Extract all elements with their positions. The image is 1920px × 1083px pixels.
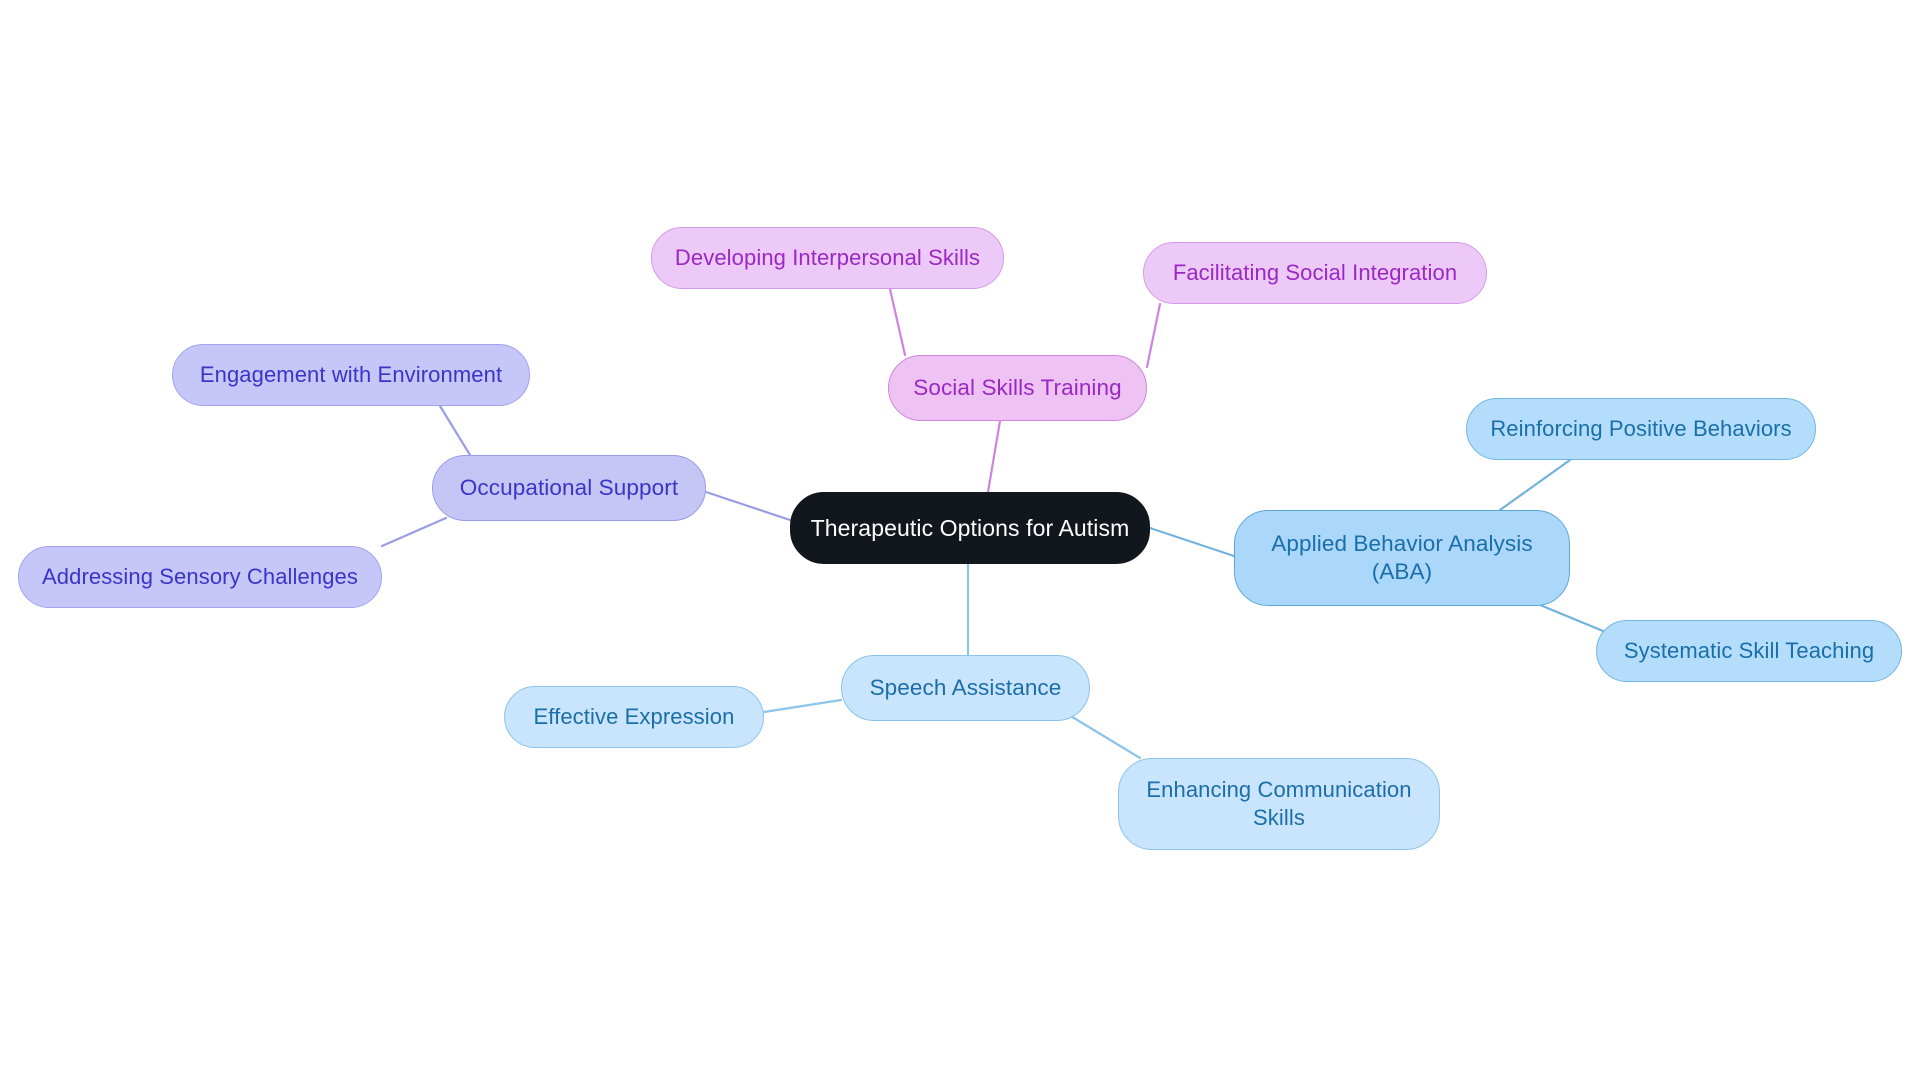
node-engagement-with-environment[interactable]: Engagement with Environment [172, 344, 530, 406]
node-engagement-with-environment-label: Engagement with Environment [199, 362, 503, 388]
node-occupational-support-label: Occupational Support [459, 474, 679, 500]
node-applied-behavior-analysis[interactable]: Applied Behavior Analysis (ABA) [1234, 510, 1570, 606]
edge-root-social [986, 419, 1002, 494]
node-addressing-sensory-challenges[interactable]: Addressing Sensory Challenges [18, 546, 382, 608]
edge-social-facilitating [1145, 302, 1162, 369]
node-root-label: Therapeutic Options for Autism [810, 514, 1130, 541]
node-systematic-skill-teaching[interactable]: Systematic Skill Teaching [1596, 620, 1902, 682]
node-facilitating-social-integration[interactable]: Facilitating Social Integration [1143, 242, 1487, 304]
edge-occupational-sensory [380, 516, 448, 548]
node-effective-expression-label: Effective Expression [533, 704, 735, 730]
node-speech-assistance[interactable]: Speech Assistance [841, 655, 1090, 721]
node-occupational-support[interactable]: Occupational Support [432, 455, 706, 521]
node-addressing-sensory-challenges-label: Addressing Sensory Challenges [42, 564, 358, 590]
node-enhancing-communication-skills-label: Enhancing Communication Skills [1146, 777, 1412, 830]
node-effective-expression[interactable]: Effective Expression [504, 686, 764, 748]
node-social-skills-training-label: Social Skills Training [913, 374, 1122, 400]
node-reinforcing-positive-behaviors-label: Reinforcing Positive Behaviors [1490, 416, 1792, 442]
node-root[interactable]: Therapeutic Options for Autism [790, 492, 1150, 564]
node-systematic-skill-teaching-label: Systematic Skill Teaching [1623, 638, 1875, 664]
edge-root-occupational [704, 490, 792, 522]
edge-speech-enhancing [1062, 710, 1142, 760]
node-social-skills-training[interactable]: Social Skills Training [888, 355, 1147, 421]
node-facilitating-social-integration-label: Facilitating Social Integration [1172, 260, 1458, 286]
edge-occupational-engagement [438, 404, 472, 457]
node-developing-interpersonal-skills-label: Developing Interpersonal Skills [674, 245, 981, 271]
mindmap-canvas: Therapeutic Options for Autism Social Sk… [0, 0, 1920, 1083]
edge-aba-reinforcing [1498, 458, 1572, 512]
node-enhancing-communication-skills[interactable]: Enhancing Communication Skills [1118, 758, 1440, 850]
node-reinforcing-positive-behaviors[interactable]: Reinforcing Positive Behaviors [1466, 398, 1816, 460]
edge-speech-effective [762, 698, 843, 714]
node-developing-interpersonal-skills[interactable]: Developing Interpersonal Skills [651, 227, 1004, 289]
edge-root-aba [1148, 526, 1236, 558]
node-applied-behavior-analysis-label: Applied Behavior Analysis (ABA) [1271, 530, 1533, 584]
node-speech-assistance-label: Speech Assistance [869, 674, 1062, 700]
edge-social-developing [888, 287, 907, 357]
